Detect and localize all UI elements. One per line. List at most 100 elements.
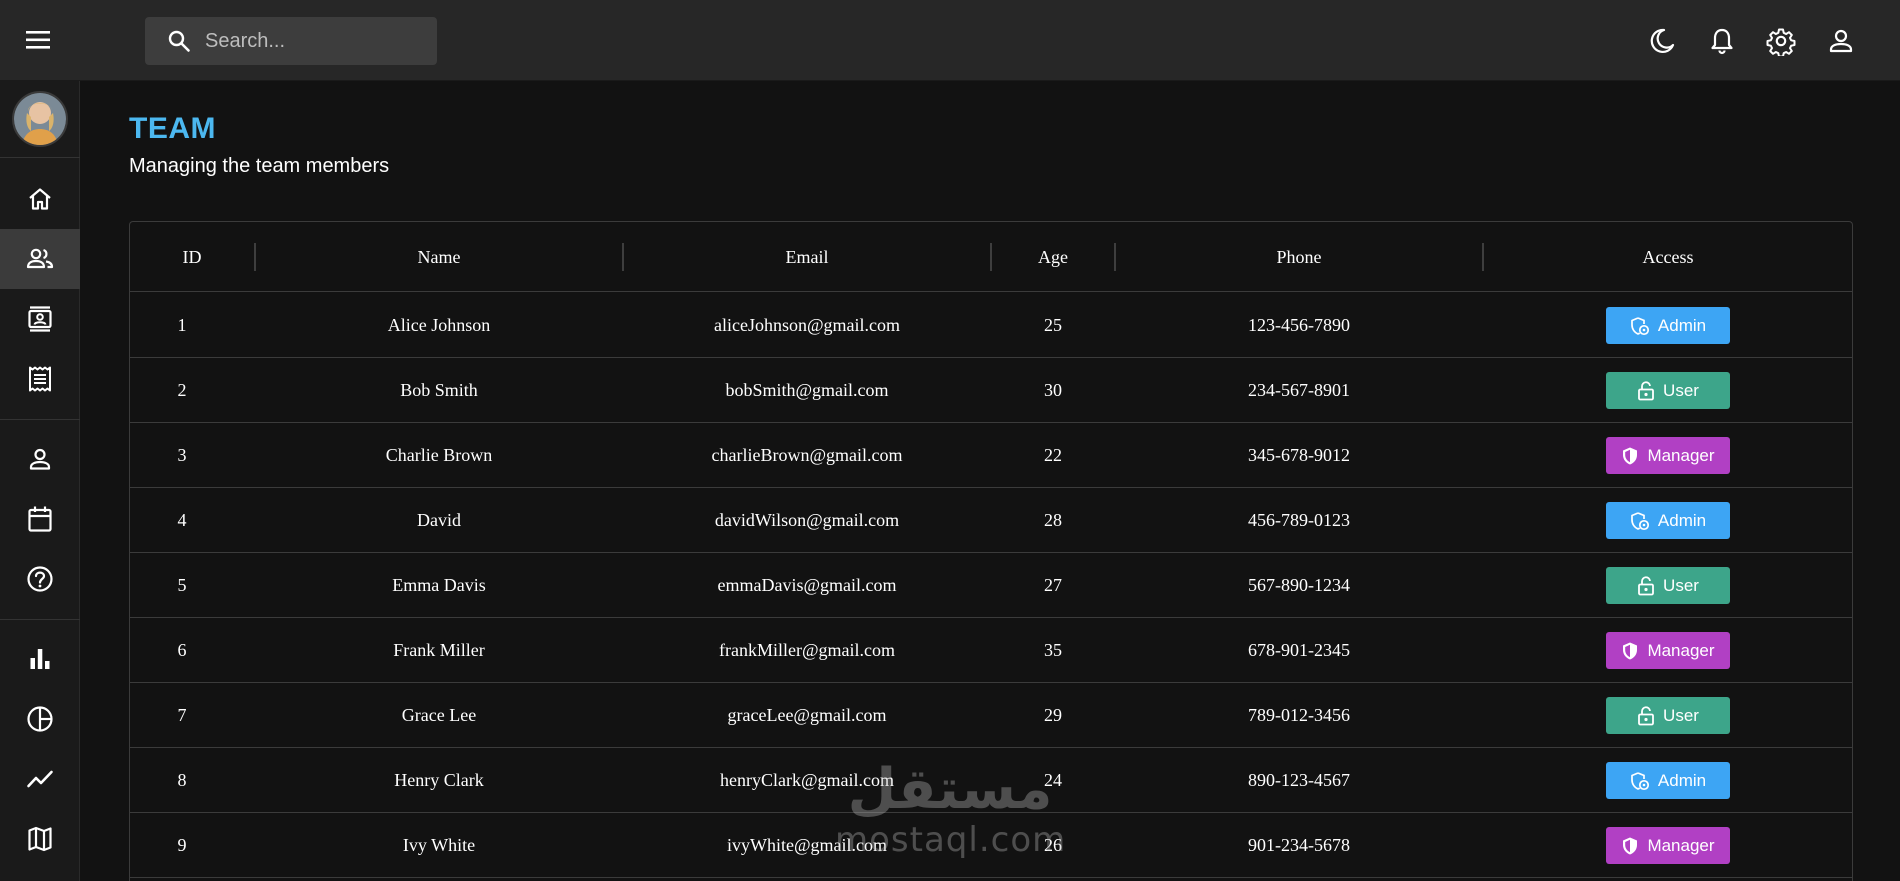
- access-label: Admin: [1657, 315, 1707, 335]
- cell-name: Alice Johnson: [387, 315, 491, 335]
- admin-shield-icon: [1630, 771, 1650, 791]
- top-bar: [0, 0, 1900, 81]
- notifications-icon[interactable]: [1707, 26, 1737, 56]
- sidebar: [0, 81, 80, 881]
- access-badge-admin[interactable]: Admin: [1606, 762, 1730, 799]
- security-shield-icon: [1621, 446, 1639, 466]
- table-header: ID Name Email Age Phone Access: [130, 222, 1852, 292]
- cell-email: aliceJohnson@gmail.com: [713, 315, 901, 335]
- page-subtitle: Managing the team members: [129, 155, 390, 177]
- cell-phone: 123-456-7890: [1248, 315, 1350, 335]
- cell-id: 1: [177, 315, 187, 335]
- table-row[interactable]: 4 David davidWilson@gmail.com 28 456-789-012…: [130, 488, 1852, 553]
- sidebar-item-bar-chart[interactable]: [0, 629, 80, 689]
- dark-mode-icon[interactable]: [1647, 26, 1677, 56]
- access-label: User: [1663, 575, 1699, 595]
- cell-name: Grace Lee: [401, 705, 477, 725]
- cell-name: Frank Miller: [393, 640, 485, 660]
- cell-phone: 456-789-0123: [1248, 510, 1350, 530]
- lock-open-icon: [1637, 380, 1655, 401]
- cell-age: 26: [1044, 835, 1062, 855]
- table-row[interactable]: 7 Grace Lee graceLee@gmail.com 29 789-012-34…: [130, 683, 1852, 748]
- access-label: Admin: [1657, 770, 1707, 790]
- cell-id: 6: [177, 640, 187, 660]
- table-row[interactable]: 6 Frank Miller frankMiller@gmail.com 35 678-…: [130, 618, 1852, 683]
- cell-phone: 890-123-4567: [1248, 770, 1350, 790]
- cell-id: 9: [177, 835, 187, 855]
- sidebar-item-help[interactable]: [0, 549, 80, 609]
- sidebar-item-home[interactable]: [0, 169, 80, 229]
- sidebar-divider: [0, 619, 80, 620]
- map-icon: [28, 826, 52, 852]
- cell-phone: 567-890-1234: [1248, 575, 1350, 595]
- sidebar-item-line-chart[interactable]: [0, 749, 80, 809]
- sidebar-item-team[interactable]: [0, 229, 80, 289]
- cell-email: graceLee@gmail.com: [727, 705, 887, 725]
- sidebar-item-pie-chart[interactable]: [0, 689, 80, 749]
- lock-open-icon: [1637, 575, 1655, 596]
- cell-phone: 789-012-3456: [1248, 705, 1350, 725]
- cell-name: Bob Smith: [400, 380, 478, 400]
- cell-phone: 234-567-8901: [1248, 380, 1350, 400]
- user-icon[interactable]: [1826, 26, 1856, 56]
- access-badge-user[interactable]: User: [1606, 372, 1730, 409]
- column-header-email[interactable]: Email: [624, 222, 990, 292]
- cell-id: 7: [177, 705, 187, 725]
- column-header-name[interactable]: Name: [256, 222, 622, 292]
- cell-email: ivyWhite@gmail.com: [726, 835, 888, 855]
- sidebar-item-map[interactable]: [0, 809, 80, 869]
- sidebar-item-profile[interactable]: [0, 429, 80, 489]
- cell-age: 25: [1044, 315, 1062, 335]
- access-badge-manager[interactable]: Manager: [1606, 827, 1730, 864]
- access-badge-user[interactable]: User: [1606, 567, 1730, 604]
- access-label: Admin: [1657, 510, 1707, 530]
- cell-age: 24: [1044, 770, 1062, 790]
- contacts-icon: [28, 306, 52, 332]
- cell-id: 3: [177, 445, 187, 465]
- access-badge-admin[interactable]: Admin: [1606, 307, 1730, 344]
- table-row[interactable]: 8 Henry Clark henryClark@gmail.com 24 890-12…: [130, 748, 1852, 813]
- security-shield-icon: [1621, 641, 1639, 661]
- admin-shield-icon: [1630, 316, 1650, 336]
- calendar-icon: [28, 506, 52, 532]
- cell-name: Charlie Brown: [385, 445, 493, 465]
- column-header-age[interactable]: Age: [992, 222, 1114, 292]
- column-header-access[interactable]: Access: [1484, 222, 1852, 292]
- table-row[interactable]: 3 Charlie Brown charlieBrown@gmail.com 22 34…: [130, 423, 1852, 488]
- menu-icon[interactable]: [26, 29, 52, 51]
- access-badge-admin[interactable]: Admin: [1606, 502, 1730, 539]
- page-title: TEAM: [129, 112, 216, 145]
- column-header-id[interactable]: ID: [130, 222, 254, 292]
- sidebar-item-contacts[interactable]: [0, 289, 80, 349]
- cell-id: 2: [177, 380, 187, 400]
- table-row[interactable]: 1 Alice Johnson aliceJohnson@gmail.com 25 12…: [130, 293, 1852, 358]
- cell-id: 4: [177, 510, 187, 530]
- access-badge-user[interactable]: User: [1606, 697, 1730, 734]
- cell-email: davidWilson@gmail.com: [714, 510, 900, 530]
- cell-phone: 345-678-9012: [1248, 445, 1350, 465]
- settings-icon[interactable]: [1766, 26, 1796, 58]
- table-row[interactable]: 2 Bob Smith bobSmith@gmail.com 30 234-567-89…: [130, 358, 1852, 423]
- avatar[interactable]: [12, 91, 68, 147]
- sidebar-item-invoices[interactable]: [0, 349, 80, 409]
- cell-phone: 678-901-2345: [1248, 640, 1350, 660]
- cell-email: bobSmith@gmail.com: [725, 380, 889, 400]
- table-row[interactable]: 9 Ivy White ivyWhite@gmail.com 26 901-234-56…: [130, 813, 1852, 878]
- pie-chart-icon: [27, 706, 53, 732]
- bar-chart-icon: [30, 649, 50, 669]
- sidebar-item-calendar[interactable]: [0, 489, 80, 549]
- sidebar-divider: [0, 157, 80, 158]
- cell-age: 35: [1044, 640, 1062, 660]
- cell-age: 22: [1044, 445, 1062, 465]
- search-icon[interactable]: [167, 29, 191, 53]
- table-row[interactable]: 5 Emma Davis emmaDavis@gmail.com 27 567-890-…: [130, 553, 1852, 618]
- cell-email: frankMiller@gmail.com: [718, 640, 896, 660]
- search-input[interactable]: [205, 17, 425, 65]
- profile-icon: [29, 448, 51, 470]
- cell-email: charlieBrown@gmail.com: [711, 445, 903, 465]
- access-badge-manager[interactable]: Manager: [1606, 437, 1730, 474]
- access-badge-manager[interactable]: Manager: [1606, 632, 1730, 669]
- team-icon: [26, 248, 54, 269]
- column-header-phone[interactable]: Phone: [1116, 222, 1482, 292]
- line-chart-icon: [27, 770, 53, 788]
